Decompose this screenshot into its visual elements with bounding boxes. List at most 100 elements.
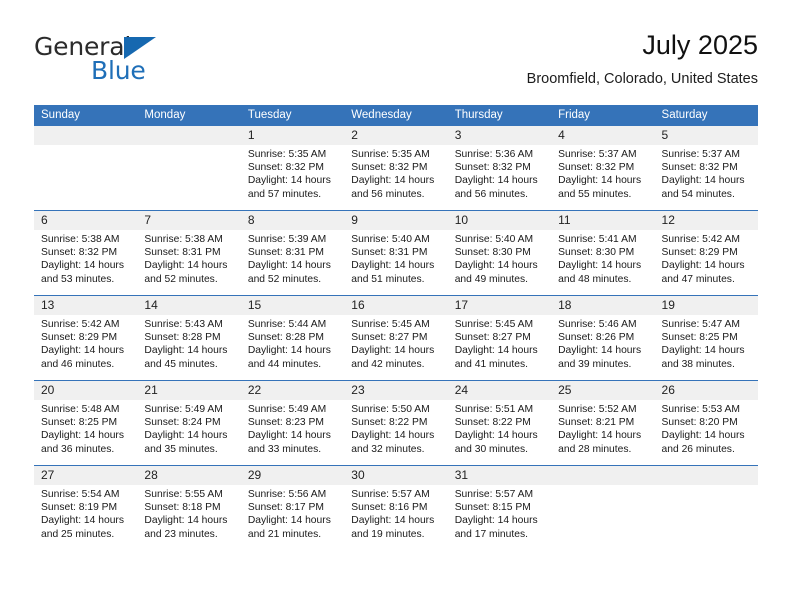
calendar-day-cell[interactable]: 2 Sunrise: 5:35 AM Sunset: 8:32 PM Daylight… [344, 126, 448, 211]
calendar-week-row: 20 Sunrise: 5:48 AM Sunset: 8:25 PM Dayligh… [34, 380, 758, 466]
day-number: 24 [447, 381, 552, 400]
day-details: Sunrise: 5:55 AM Sunset: 8:18 PM Daylight:… [137, 485, 240, 541]
calendar-day-cell[interactable]: 3 Sunrise: 5:36 AM Sunset: 8:32 PM Daylight… [447, 126, 552, 211]
day-number: 22 [240, 381, 345, 400]
calendar-day-cell[interactable]: 8 Sunrise: 5:39 AM Sunset: 8:31 PM Daylight… [240, 210, 345, 296]
day-details: Sunrise: 5:37 AM Sunset: 8:32 PM Daylight:… [551, 145, 654, 201]
calendar-day-cell[interactable]: 9 Sunrise: 5:40 AM Sunset: 8:31 PM Daylight… [344, 210, 448, 296]
weekday-header-friday: Friday [551, 105, 655, 126]
day-details: Sunrise: 5:38 AM Sunset: 8:31 PM Daylight:… [137, 230, 240, 286]
calendar-day-cell[interactable]: 21 Sunrise: 5:49 AM Sunset: 8:24 PM Dayligh… [137, 380, 241, 466]
calendar-day-cell[interactable]: 6 Sunrise: 5:38 AM Sunset: 8:32 PM Daylight… [34, 210, 138, 296]
calendar-day-cell[interactable]: 19 Sunrise: 5:47 AM Sunset: 8:25 PM Dayligh… [654, 295, 758, 381]
sunrise-text: Sunrise: 5:47 AM [661, 319, 740, 330]
day-details: Sunrise: 5:48 AM Sunset: 8:25 PM Daylight:… [34, 400, 137, 456]
calendar-day-cell[interactable]: 27 Sunrise: 5:54 AM Sunset: 8:19 PM Dayligh… [34, 465, 138, 550]
daylight-text-line2: and 49 minutes. [454, 273, 528, 285]
calendar-day-cell[interactable]: 25 Sunrise: 5:52 AM Sunset: 8:21 PM Dayligh… [551, 380, 655, 466]
day-number: 8 [240, 211, 345, 230]
calendar-day-cell[interactable]: 14 Sunrise: 5:43 AM Sunset: 8:28 PM Dayligh… [137, 295, 241, 381]
calendar-day-cell[interactable]: 5 Sunrise: 5:37 AM Sunset: 8:32 PM Daylight… [654, 126, 758, 211]
sunset-text: Sunset: 8:31 PM [144, 247, 221, 259]
sunset-text: Sunset: 8:16 PM [351, 502, 428, 514]
daylight-text-line2: and 26 minutes. [661, 443, 735, 455]
daylight-text-line1: Daylight: 14 hours [247, 515, 331, 527]
page-subtitle: Broomfield, Colorado, United States [526, 71, 758, 87]
calendar-day-cell[interactable]: 1 Sunrise: 5:35 AM Sunset: 8:32 PM Daylight… [240, 126, 345, 211]
calendar-day-cell[interactable]: 16 Sunrise: 5:45 AM Sunset: 8:27 PM Dayligh… [344, 295, 448, 381]
day-number: 11 [551, 211, 655, 230]
calendar-day-cell[interactable]: 15 Sunrise: 5:44 AM Sunset: 8:28 PM Dayligh… [240, 295, 345, 381]
daylight-text-line2: and 52 minutes. [144, 273, 218, 285]
daylight-text-line2: and 35 minutes. [144, 443, 218, 455]
day-details: Sunrise: 5:35 AM Sunset: 8:32 PM Daylight:… [241, 145, 344, 201]
day-details: Sunrise: 5:42 AM Sunset: 8:29 PM Daylight:… [655, 230, 758, 286]
calendar-day-cell[interactable]: 4 Sunrise: 5:37 AM Sunset: 8:32 PM Daylight… [551, 126, 655, 211]
calendar-day-cell[interactable]: 18 Sunrise: 5:46 AM Sunset: 8:26 PM Dayligh… [551, 295, 655, 381]
day-number: 4 [551, 126, 655, 145]
calendar-day-cell[interactable]: 10 Sunrise: 5:40 AM Sunset: 8:30 PM Dayligh… [447, 210, 552, 296]
daylight-text-line1: Daylight: 14 hours [247, 345, 331, 357]
calendar-day-cell[interactable]: 26 Sunrise: 5:53 AM Sunset: 8:20 PM Dayligh… [654, 380, 758, 466]
day-number: 18 [551, 296, 655, 315]
day-details: Sunrise: 5:41 AM Sunset: 8:30 PM Daylight:… [551, 230, 654, 286]
sunset-text: Sunset: 8:32 PM [454, 162, 531, 174]
sunset-text: Sunset: 8:31 PM [247, 247, 324, 259]
day-details: Sunrise: 5:52 AM Sunset: 8:21 PM Daylight:… [551, 400, 654, 456]
day-number: 14 [137, 296, 241, 315]
sunset-text: Sunset: 8:25 PM [661, 332, 738, 344]
sunrise-text: Sunrise: 5:48 AM [41, 404, 120, 415]
sunset-text: Sunset: 8:29 PM [661, 247, 738, 259]
day-number: 1 [240, 126, 345, 145]
calendar-day-cell[interactable]: 23 Sunrise: 5:50 AM Sunset: 8:22 PM Dayligh… [344, 380, 448, 466]
calendar-day-cell[interactable]: 24 Sunrise: 5:51 AM Sunset: 8:22 PM Dayligh… [447, 380, 552, 466]
daylight-text-line1: Daylight: 14 hours [247, 260, 331, 272]
day-details: Sunrise: 5:40 AM Sunset: 8:30 PM Daylight:… [448, 230, 551, 286]
sunrise-text: Sunrise: 5:43 AM [144, 319, 223, 330]
calendar-day-cell[interactable]: 30 Sunrise: 5:57 AM Sunset: 8:16 PM Dayligh… [344, 465, 448, 550]
calendar-day-cell[interactable]: 17 Sunrise: 5:45 AM Sunset: 8:27 PM Dayligh… [447, 295, 552, 381]
day-number: 12 [654, 211, 758, 230]
daylight-text-line2: and 36 minutes. [41, 443, 115, 455]
page-header: General Blue July 2025 Broomfield, Color… [34, 28, 758, 98]
calendar-page: General Blue July 2025 Broomfield, Color… [0, 0, 792, 612]
calendar-header-row: Sunday Monday Tuesday Wednesday Thursday… [34, 105, 758, 126]
day-details: Sunrise: 5:50 AM Sunset: 8:22 PM Daylight:… [344, 400, 447, 456]
weekday-header-tuesday: Tuesday [240, 105, 345, 126]
sunrise-text: Sunrise: 5:57 AM [351, 489, 430, 500]
sunset-text: Sunset: 8:22 PM [351, 417, 428, 429]
daylight-text-line1: Daylight: 14 hours [558, 175, 642, 187]
sunrise-text: Sunrise: 5:46 AM [558, 319, 637, 330]
sunrise-text: Sunrise: 5:35 AM [351, 149, 430, 160]
daylight-text-line1: Daylight: 14 hours [351, 515, 435, 527]
day-details: Sunrise: 5:57 AM Sunset: 8:15 PM Daylight:… [448, 485, 551, 541]
day-number: 30 [344, 466, 448, 485]
daylight-text-line1: Daylight: 14 hours [41, 260, 124, 272]
weekday-header-wednesday: Wednesday [344, 105, 448, 126]
calendar-day-cell[interactable]: 20 Sunrise: 5:48 AM Sunset: 8:25 PM Dayligh… [34, 380, 138, 466]
calendar-day-cell[interactable]: 12 Sunrise: 5:42 AM Sunset: 8:29 PM Dayligh… [654, 210, 758, 296]
day-number: 3 [447, 126, 552, 145]
calendar-day-cell[interactable]: 31 Sunrise: 5:57 AM Sunset: 8:15 PM Dayligh… [447, 465, 552, 550]
day-number: 23 [344, 381, 448, 400]
calendar-week-row: 6 Sunrise: 5:38 AM Sunset: 8:32 PM Daylight… [34, 210, 758, 296]
sunset-text: Sunset: 8:28 PM [144, 332, 221, 344]
calendar-day-cell[interactable]: 13 Sunrise: 5:42 AM Sunset: 8:29 PM Dayligh… [34, 295, 138, 381]
sunrise-text: Sunrise: 5:41 AM [558, 234, 637, 245]
day-number: 7 [137, 211, 241, 230]
calendar-day-cell[interactable]: 22 Sunrise: 5:49 AM Sunset: 8:23 PM Dayligh… [240, 380, 345, 466]
calendar-day-cell[interactable]: 7 Sunrise: 5:38 AM Sunset: 8:31 PM Daylight… [137, 210, 241, 296]
sunrise-text: Sunrise: 5:49 AM [144, 404, 223, 415]
day-details: Sunrise: 5:42 AM Sunset: 8:29 PM Daylight:… [34, 315, 137, 371]
daylight-text-line1: Daylight: 14 hours [41, 430, 124, 442]
daylight-text-line1: Daylight: 14 hours [351, 175, 435, 187]
calendar-day-cell[interactable]: 28 Sunrise: 5:55 AM Sunset: 8:18 PM Dayligh… [137, 465, 241, 550]
day-number [551, 466, 655, 485]
sunrise-text: Sunrise: 5:57 AM [454, 489, 534, 500]
calendar-day-cell[interactable]: 11 Sunrise: 5:41 AM Sunset: 8:30 PM Dayligh… [551, 210, 655, 296]
day-number: 31 [447, 466, 552, 485]
sunrise-text: Sunrise: 5:42 AM [661, 234, 740, 245]
calendar-day-cell[interactable]: 29 Sunrise: 5:56 AM Sunset: 8:17 PM Dayligh… [240, 465, 345, 550]
day-number: 21 [137, 381, 241, 400]
sunset-text: Sunset: 8:28 PM [247, 332, 324, 344]
